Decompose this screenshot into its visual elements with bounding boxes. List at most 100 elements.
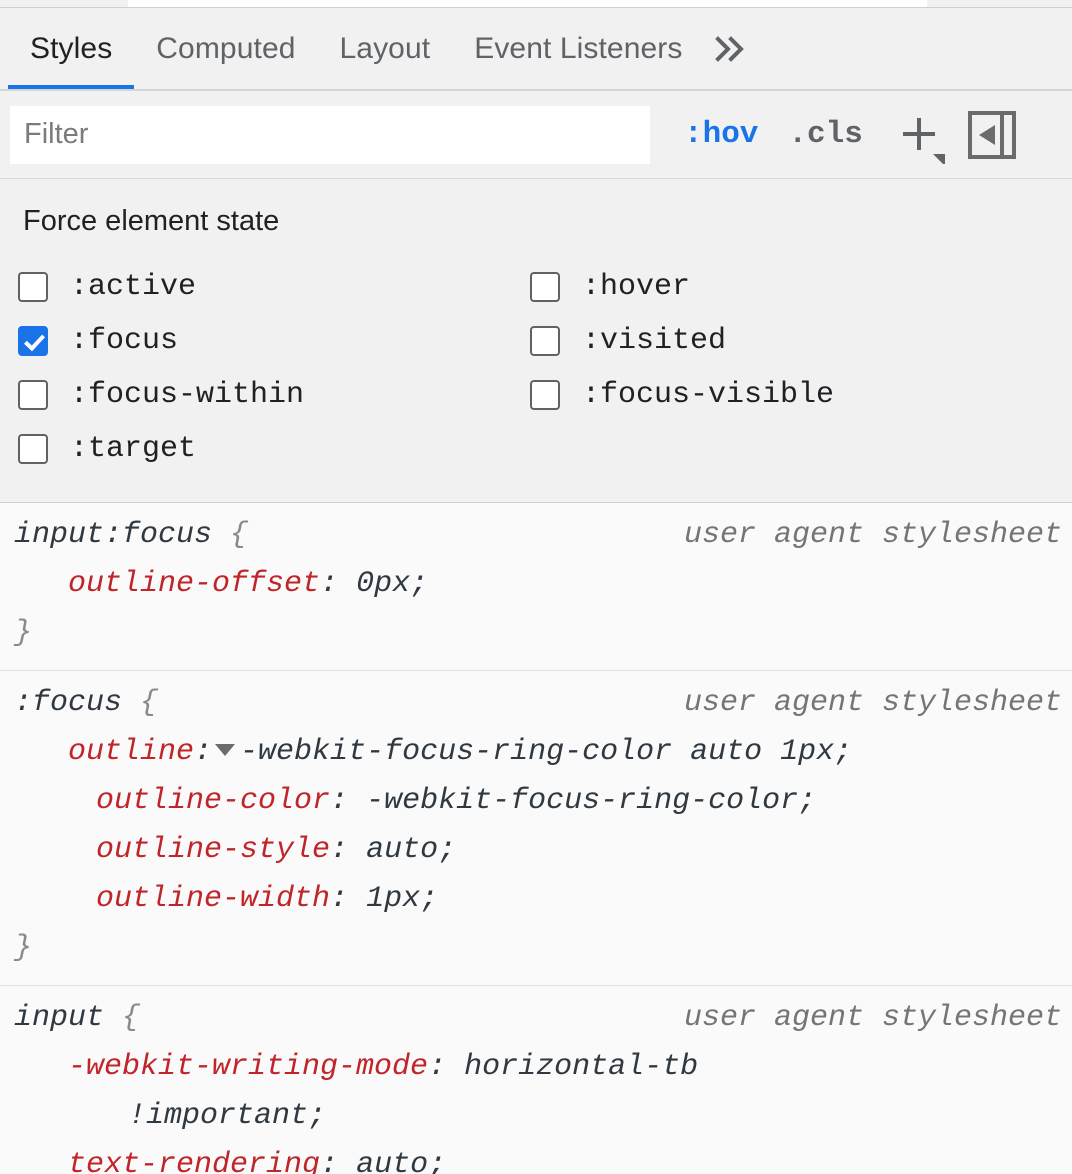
element-classes-button[interactable]: .cls xyxy=(788,117,862,152)
rule-close-brace: } xyxy=(14,616,33,650)
checkbox-focus-visible[interactable] xyxy=(530,380,560,410)
declaration-semicolon: ; xyxy=(308,1099,327,1133)
expand-shorthand-triangle-icon[interactable] xyxy=(215,744,236,756)
declaration-important[interactable]: !important xyxy=(128,1099,308,1133)
state-label-visited: :visited xyxy=(582,324,727,358)
force-element-state-title: Force element state xyxy=(23,205,280,237)
tabstrip: Styles Computed Layout Event Listeners xyxy=(0,8,1072,91)
state-checkbox-hover[interactable]: :hover xyxy=(530,260,1072,314)
tab-computed-label: Computed xyxy=(156,31,296,65)
tab-computed[interactable]: Computed xyxy=(134,8,317,89)
declaration-important-continuation[interactable]: !important; xyxy=(0,1092,1072,1141)
checkbox-visited[interactable] xyxy=(530,326,560,356)
new-style-rule-button[interactable] xyxy=(893,106,947,164)
declaration-semicolon: ; xyxy=(420,882,439,916)
declaration[interactable]: -webkit-writing-mode: horizontal-tb xyxy=(0,1043,1072,1092)
declaration-colon: : xyxy=(330,833,367,867)
state-checkbox-target[interactable]: :target xyxy=(18,422,530,476)
rule-origin[interactable]: user agent stylesheet xyxy=(684,511,1062,560)
declaration-longhand[interactable]: outline-width: 1px; xyxy=(0,875,1072,924)
declaration-property[interactable]: outline-style xyxy=(96,833,330,867)
rule-header: input:focus { user agent stylesheet xyxy=(0,511,1072,560)
state-label-focus-within: :focus-within xyxy=(70,378,305,412)
state-checkbox-focus-visible[interactable]: :focus-visible xyxy=(530,368,1072,422)
rule-origin[interactable]: user agent stylesheet xyxy=(684,994,1062,1043)
rule-header: input { user agent stylesheet xyxy=(0,994,1072,1043)
tab-styles-label: Styles xyxy=(30,31,113,65)
declaration-value[interactable]: auto xyxy=(366,833,438,867)
state-label-target: :target xyxy=(70,432,197,466)
declaration-property[interactable]: outline xyxy=(68,735,194,769)
checkbox-target[interactable] xyxy=(18,434,48,464)
hov-label: :hov xyxy=(684,117,759,152)
state-checkbox-visited[interactable]: :visited xyxy=(530,314,1072,368)
toggle-computed-pane-button[interactable] xyxy=(965,106,1019,164)
style-rule: :focus { user agent stylesheet outline: -… xyxy=(0,671,1072,986)
declaration[interactable]: outline-offset: 0px; xyxy=(0,560,1072,609)
style-rules-list: input:focus { user agent stylesheet outl… xyxy=(0,503,1072,1174)
declaration-colon: : xyxy=(330,882,367,916)
rule-close-brace: } xyxy=(14,931,33,965)
checkbox-focus-within[interactable] xyxy=(18,380,48,410)
double-chevron-right-icon xyxy=(714,35,750,62)
state-checkbox-focus-within[interactable]: :focus-within xyxy=(18,368,530,422)
state-label-hover: :hover xyxy=(582,270,691,304)
tab-event-listeners[interactable]: Event Listeners xyxy=(452,8,704,89)
declaration[interactable]: text-rendering: auto; xyxy=(0,1141,1072,1174)
declaration-colon: : xyxy=(428,1050,465,1084)
declaration-value[interactable]: 0px xyxy=(356,567,410,601)
styles-panel: Styles Computed Layout Event Listeners F… xyxy=(0,8,1072,1174)
declaration-longhand[interactable]: outline-style: auto; xyxy=(0,826,1072,875)
checkbox-hover[interactable] xyxy=(530,272,560,302)
tab-event-listeners-label: Event Listeners xyxy=(474,31,683,65)
above-panel-field xyxy=(128,0,927,7)
declaration-colon: : xyxy=(194,735,213,769)
declaration-property[interactable]: text-rendering xyxy=(68,1148,320,1174)
declaration-property[interactable]: -webkit-writing-mode xyxy=(68,1050,428,1084)
declaration-property[interactable]: outline-offset xyxy=(68,567,320,601)
declaration-property[interactable]: outline-width xyxy=(96,882,330,916)
declaration-semicolon: ; xyxy=(834,735,853,769)
tab-styles[interactable]: Styles xyxy=(8,8,135,89)
declaration-semicolon: ; xyxy=(410,567,429,601)
tab-layout-label: Layout xyxy=(339,31,431,65)
declaration-semicolon: ; xyxy=(438,833,457,867)
rule-open-brace: { xyxy=(104,1001,141,1035)
declaration-value[interactable]: horizontal-tb xyxy=(464,1050,698,1084)
declaration-value[interactable]: -webkit-focus-ring-color auto 1px xyxy=(240,735,834,769)
force-element-state-section: Force element state :active :focus :focu… xyxy=(0,179,1072,503)
rule-selector[interactable]: :focus xyxy=(14,686,122,720)
filter-input[interactable] xyxy=(10,105,650,164)
declaration-value[interactable]: 1px xyxy=(366,882,420,916)
tab-layout[interactable]: Layout xyxy=(318,8,453,89)
state-label-active: :active xyxy=(70,270,197,304)
panel-tabbar: Styles Computed Layout Event Listeners xyxy=(0,8,1072,91)
rule-selector[interactable]: input xyxy=(14,1001,104,1035)
toggle-sidebar-icon xyxy=(965,106,1019,164)
rule-origin[interactable]: user agent stylesheet xyxy=(684,679,1062,728)
declaration-value[interactable]: auto xyxy=(356,1148,428,1174)
tab-overflow-button[interactable] xyxy=(704,8,768,89)
checkbox-focus[interactable] xyxy=(18,326,48,356)
force-state-toggle-button[interactable]: :hov xyxy=(684,117,758,152)
style-rule: input { user agent stylesheet -webkit-wr… xyxy=(0,986,1072,1174)
state-checkbox-active[interactable]: :active xyxy=(18,260,530,314)
declaration-value[interactable]: -webkit-focus-ring-color xyxy=(366,784,798,818)
cls-label: .cls xyxy=(788,117,863,152)
styles-toolbar: :hov .cls xyxy=(0,91,1072,179)
declaration-semicolon: ; xyxy=(798,784,817,818)
declaration-colon: : xyxy=(320,567,357,601)
rule-selector[interactable]: input:focus xyxy=(14,518,212,552)
plus-icon xyxy=(893,106,947,164)
state-checkbox-focus[interactable]: :focus xyxy=(18,314,530,368)
force-element-state-grid: :active :focus :focus-within :target :ho… xyxy=(18,260,1072,476)
state-label-focus: :focus xyxy=(70,324,179,358)
style-rule: input:focus { user agent stylesheet outl… xyxy=(0,503,1072,671)
declaration-longhand[interactable]: outline-color: -webkit-focus-ring-color; xyxy=(0,777,1072,826)
declaration-property[interactable]: outline-color xyxy=(96,784,330,818)
declaration-shorthand[interactable]: outline: -webkit-focus-ring-color auto 1p… xyxy=(0,728,1072,777)
rule-open-brace: { xyxy=(122,686,159,720)
checkbox-active[interactable] xyxy=(18,272,48,302)
declaration-semicolon: ; xyxy=(428,1148,447,1174)
above-panel-sliver xyxy=(0,0,1072,8)
